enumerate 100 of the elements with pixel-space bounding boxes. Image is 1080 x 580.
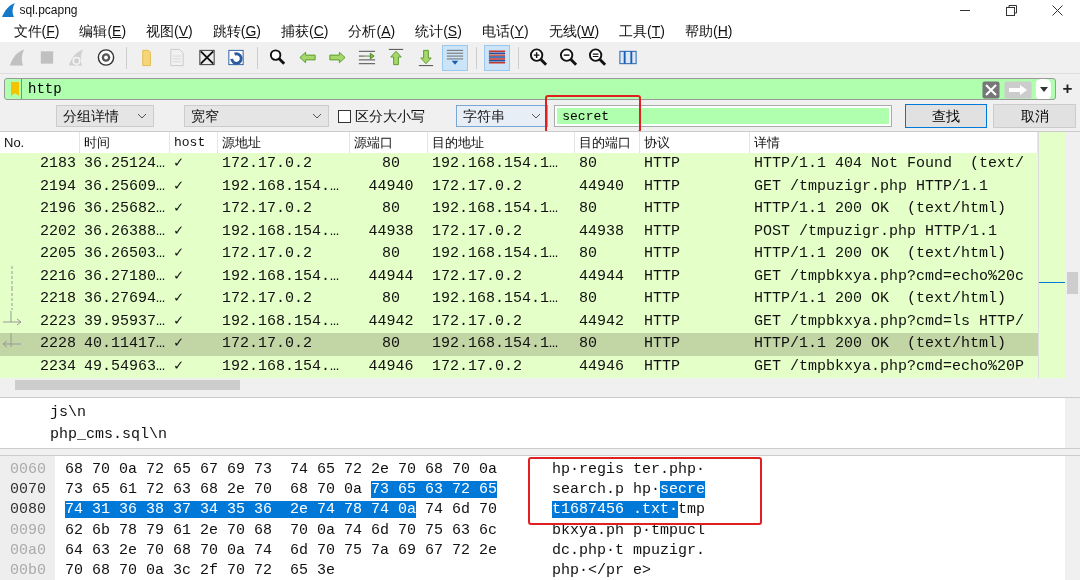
table-cell-text: ✓	[174, 356, 184, 377]
restart-icon	[66, 47, 86, 68]
dropdown-button[interactable]	[1035, 79, 1052, 99]
scrollbar[interactable]	[1065, 132, 1080, 378]
table-cell-text: HTTP/1.1 404 Not Found (text/	[754, 154, 1025, 174]
hex-line: 64 63 2e 70 68 70 0a 74 6d 70 75 7a 69 67 72 2e	[65, 540, 499, 561]
document-icon	[167, 47, 187, 68]
table-cell-text: 2194	[40, 176, 76, 197]
table-cell-text: 80	[382, 199, 400, 219]
ascii-line: php·</pr e>	[552, 561, 653, 580]
search-field[interactable]: secret	[554, 105, 893, 127]
table-cell-text: 44946	[579, 356, 624, 377]
table-cell-text: 192.168.154.…	[222, 221, 340, 242]
table-cell-text: HTTP	[644, 221, 680, 242]
table-cell-text: 2228	[40, 334, 76, 354]
table-cell-text: 40.11417…	[84, 334, 165, 354]
packet-row[interactable]: 2202 36.26388… ✓ 192.168.154.… 44938 172.17.0.2 44938 HTTP POST /tmpuzigr.php HTTP/1.1	[0, 220, 1038, 243]
shark-fin-icon	[0, 2, 16, 18]
filter-input-field[interactable]: http	[22, 79, 983, 99]
table-cell-text: 172.17.0.2	[222, 289, 312, 309]
table-cell-text: HTTP	[644, 356, 680, 377]
ascii-line: search.p hp·secre	[552, 480, 707, 501]
clear-button[interactable]	[982, 79, 1001, 99]
table-cell-text: HTTP	[644, 154, 680, 174]
packet-row[interactable]: 2234 49.54963… ✓ 192.168.154.… 44946 172.17.0.2 44946 HTTP GET /tmpbkxya.php?cmd=echo%20P	[0, 355, 1038, 378]
cancel-button[interactable]: 取消	[993, 104, 1076, 128]
packet-row[interactable]: 2194 36.25609… ✓ 192.168.154.… 44940 172.17.0.2 44940 HTTP GET /tmpuzigr.php HTTP/1.1	[0, 175, 1038, 198]
search-in-dropdown[interactable]: 分组详情	[56, 105, 154, 127]
autoscroll-button[interactable]	[442, 44, 468, 71]
menu-item[interactable]: 无线(W)	[538, 20, 610, 42]
table-cell-text: HTTP	[644, 244, 680, 264]
table-cell-text: GET /tmpbkxya.php?cmd=echo%20P	[754, 356, 1025, 377]
table-cell-text: 39.95937…	[84, 311, 165, 332]
packet-row[interactable]: 2183 36.25124… ✓ 172.17.0.2 80 192.168.154.1… 80 HTTP HTTP/1.1 404 Not Found (text/	[0, 153, 1038, 176]
table-cell-text: 80	[579, 334, 597, 354]
table-cell-text: 2183	[40, 154, 76, 174]
menu-item[interactable]: 捕获(C)	[271, 20, 339, 42]
packet-row[interactable]: 2196 36.25682… ✓ 172.17.0.2 80 192.168.154.1… 80 HTTP HTTP/1.1 200 OK (text/html)	[0, 198, 1038, 221]
table-cell-text: 44942	[368, 311, 414, 332]
menu-item[interactable]: 帮助(H)	[675, 20, 743, 42]
hex-line: 73 65 61 72 63 68 2e 70 68 70 0a 73 65 63 72 65	[65, 480, 499, 501]
restore-icon	[1005, 4, 1017, 16]
packet-row[interactable]: 2216 36.27180… ✓ 192.168.154.… 44944 172.17.0.2 44944 HTTP GET /tmpbkxya.php?cmd=echo%20c	[0, 265, 1038, 288]
table-cell-text: HTTP/1.1 200 OK (text/html)	[754, 199, 1007, 219]
menu-item[interactable]: 视图(V)	[136, 20, 203, 42]
charset-dropdown[interactable]: 宽窄	[183, 105, 329, 127]
table-cell-text: ✓	[174, 199, 184, 219]
menu-item[interactable]: 编辑(E)	[69, 20, 137, 42]
table-cell-text: 2196	[40, 199, 76, 219]
table-cell-text: ✓	[174, 176, 184, 197]
packet-row[interactable]: 2223 39.95937… ✓ 192.168.154.… 44942 172.17.0.2 44942 HTTP GET /tmpbkxya.php?cmd=ls HTTP/	[0, 310, 1038, 333]
table-cell-text: 44942	[579, 311, 624, 332]
table-cell-text: 80	[382, 334, 400, 354]
table-cell-text: 80	[579, 289, 597, 309]
table-cell-text: 80	[579, 199, 597, 219]
table-cell-text: 2216	[40, 266, 76, 287]
packet-row[interactable]: 2205 36.26503… ✓ 172.17.0.2 80 192.168.154.1… 80 HTTP HTTP/1.1 200 OK (text/html)	[0, 243, 1038, 266]
table-cell-text: POST /tmpuzigr.php HTTP/1.1	[754, 221, 998, 242]
table-cell-text: 36.27180…	[84, 266, 165, 287]
table-cell-text: HTTP	[644, 334, 680, 354]
display-filter-field[interactable]: http	[4, 78, 1056, 100]
menu-item[interactable]: 跳转(G)	[202, 20, 271, 42]
table-cell-text: ✓	[174, 334, 184, 354]
table-cell-text: 2218	[40, 289, 76, 309]
checkbox[interactable]	[338, 109, 352, 123]
table-cell-text: 36.27694…	[84, 289, 165, 309]
packet-row[interactable]: 2228 40.11417… ✓ 172.17.0.2 80 192.168.154.1… 80 HTTP HTTP/1.1 200 OK (text/html)	[0, 333, 1038, 356]
menu-item[interactable]: 电话(Y)	[471, 20, 539, 42]
table-cell-text: 44944	[579, 266, 624, 287]
table-cell-text: 44940	[579, 176, 624, 197]
packet-row[interactable]: 2218 36.27694… ✓ 172.17.0.2 80 192.168.154.1… 80 HTTP HTTP/1.1 200 OK (text/html)	[0, 288, 1038, 311]
scrollbar[interactable]	[1065, 398, 1080, 448]
table-cell-text: 172.17.0.2	[222, 199, 312, 219]
offset-cell-text: 0060	[10, 460, 47, 480]
search-type-dropdown[interactable]: 字符串	[456, 105, 549, 127]
table-cell-text: 36.25609…	[84, 176, 165, 197]
table-cell-text: 192.168.154.1…	[432, 289, 559, 309]
table-cell-text: HTTP	[644, 176, 680, 197]
table-cell-text: 80	[382, 244, 400, 264]
table-cell-text: ✓	[174, 221, 184, 242]
table-cell-text: 192.168.154.1…	[432, 244, 559, 264]
table-cell-text: HTTP	[644, 289, 680, 309]
menu-item[interactable]: 文件(F)	[3, 20, 70, 42]
table-cell-text: 80	[382, 289, 400, 309]
table-cell-text: 172.17.0.2	[432, 311, 522, 332]
menu-item[interactable]: 统计(S)	[405, 20, 472, 42]
menu-item[interactable]: 工具(T)	[609, 20, 675, 42]
zoom-reset-icon	[588, 47, 608, 68]
close-icon	[982, 80, 1001, 99]
table-cell-text: 172.17.0.2	[432, 356, 522, 377]
table-cell-text: HTTP/1.1 200 OK (text/html)	[754, 334, 1007, 354]
scrollbar[interactable]	[1065, 456, 1080, 580]
colorize-button[interactable]	[484, 44, 510, 71]
table-cell-text: HTTP	[644, 311, 680, 332]
add-filter-button[interactable]: +	[1059, 79, 1076, 99]
find-button[interactable]: 查找	[905, 104, 988, 128]
menu-item[interactable]: 分析(A)	[338, 20, 406, 42]
scrollbar[interactable]	[0, 378, 1080, 391]
table-cell-text: 49.54963…	[84, 356, 165, 377]
table-cell-text: GET /tmpuzigr.php HTTP/1.1	[754, 176, 989, 197]
